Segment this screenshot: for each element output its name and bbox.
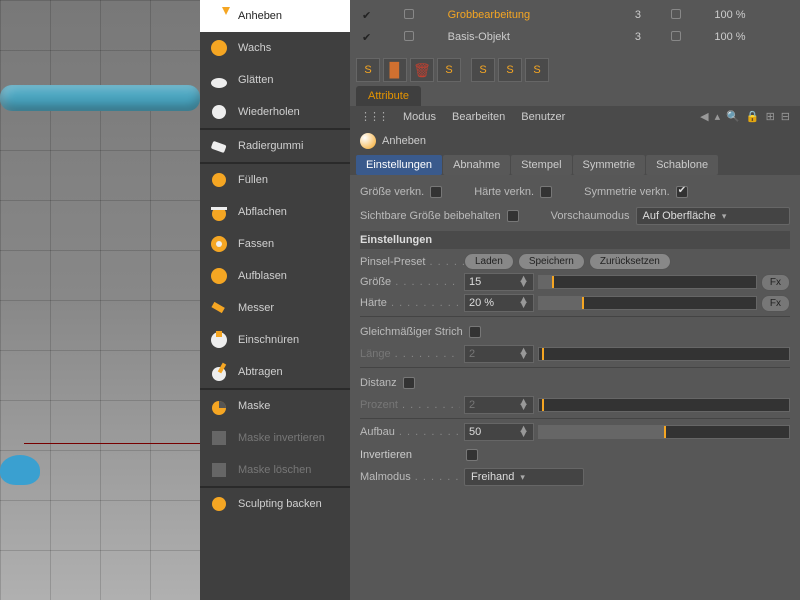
current-tool-label: Anheben — [382, 135, 426, 147]
more-icon[interactable]: ⊟ — [781, 110, 790, 123]
checkbox-invertieren[interactable] — [466, 449, 478, 461]
tool-glaetten[interactable]: Glätten — [200, 64, 350, 96]
label-distanz: Distanz — [360, 377, 397, 389]
layer-toolbar: S ▉ 🗑 S S S S — [350, 54, 800, 86]
speichern-button[interactable]: Speichern — [518, 253, 585, 270]
menu-benutzer[interactable]: Benutzer — [521, 111, 565, 123]
menu-bearbeiten[interactable]: Bearbeiten — [452, 111, 505, 123]
tool-maske-invertieren[interactable]: Maske invertieren — [200, 422, 350, 454]
tool-messer[interactable]: Messer — [200, 292, 350, 324]
expand-button[interactable]: S — [525, 58, 549, 82]
laenge-input: 2▲▼ — [464, 345, 534, 363]
subdiv-down-button[interactable]: S — [471, 58, 495, 82]
checkbox-gleichmaessiger-strich[interactable] — [469, 326, 481, 338]
checkbox[interactable] — [671, 31, 681, 41]
haerte-input[interactable]: 20 %▲▼ — [464, 294, 534, 312]
haerte-slider[interactable] — [538, 296, 757, 310]
nav-up-icon[interactable]: ▴ — [715, 110, 721, 123]
tab-abnahme[interactable]: Abnahme — [443, 155, 510, 175]
groesse-input[interactable]: 15▲▼ — [464, 273, 534, 291]
laden-button[interactable]: Laden — [464, 253, 514, 270]
checkbox-haerte-verkn[interactable] — [540, 186, 552, 198]
tool-wiederholen[interactable]: Wiederholen — [200, 96, 350, 128]
subdiv-up-button[interactable]: S — [498, 58, 522, 82]
delete-button[interactable]: 🗑 — [410, 58, 434, 82]
section-title: Einstellungen — [360, 231, 790, 249]
settings-tabs: Einstellungen Abnahme Stempel Symmetrie … — [350, 155, 800, 175]
search-icon[interactable]: 🔍 — [726, 110, 740, 123]
checkbox[interactable] — [404, 31, 414, 41]
table-row[interactable]: ✔ Grobbearbeitung 3 100 % — [356, 4, 794, 26]
layer-panel: ✔ Grobbearbeitung 3 100 % ✔ Basis-Objekt… — [350, 0, 800, 54]
menu-handle[interactable]: ⋮⋮⋮ — [360, 110, 387, 123]
lock-icon[interactable]: 🔒 — [746, 110, 760, 123]
sculpt-tool-list: Anheben Wachs Glätten Wiederholen Radier… — [200, 0, 350, 600]
mesh-object — [0, 85, 200, 111]
visibility-toggle[interactable]: ✔ — [356, 4, 398, 26]
add-layer-button[interactable]: S — [356, 58, 380, 82]
tool-aufblasen[interactable]: Aufblasen — [200, 260, 350, 292]
layer-name[interactable]: Grobbearbeitung — [442, 4, 629, 26]
folder-button[interactable]: ▉ — [383, 58, 407, 82]
checkbox[interactable] — [671, 9, 681, 19]
tool-maske[interactable]: Maske — [200, 390, 350, 422]
checkbox-distanz[interactable] — [403, 377, 415, 389]
zuruecksetzen-button[interactable]: Zurücksetzen — [589, 253, 671, 270]
aufbau-input[interactable]: 50▲▼ — [464, 423, 534, 441]
tool-header: Anheben — [350, 127, 800, 155]
label-symmetrie-verkn: Symmetrie verkn. — [584, 186, 670, 198]
checkbox-symmetrie-verkn[interactable] — [676, 186, 688, 198]
tool-einschnueren[interactable]: Einschnüren — [200, 324, 350, 356]
tool-abtragen[interactable]: Abtragen — [200, 356, 350, 388]
checkbox-groesse-verkn[interactable] — [430, 186, 442, 198]
nav-back-icon[interactable]: ◀ — [700, 110, 708, 123]
tab-einstellungen[interactable]: Einstellungen — [356, 155, 442, 175]
tab-stempel[interactable]: Stempel — [511, 155, 571, 175]
mesh-object — [0, 455, 40, 485]
tool-fuellen[interactable]: Füllen — [200, 164, 350, 196]
label-vorschaumodus: Vorschaumodus — [551, 210, 630, 222]
settings-icon[interactable]: ⊞ — [766, 110, 775, 123]
table-row[interactable]: ✔ Basis-Objekt 3 100 % — [356, 26, 794, 48]
checkbox[interactable] — [404, 9, 414, 19]
label-haerte-verkn: Härte verkn. — [474, 186, 534, 198]
tool-radiergummi[interactable]: Radiergummi — [200, 130, 350, 162]
prozent-slider — [538, 398, 790, 412]
dropdown-vorschaumodus[interactable]: Auf Oberfläche — [636, 207, 790, 225]
tool-fassen[interactable]: Fassen — [200, 228, 350, 260]
fx-button[interactable]: Fx — [761, 274, 790, 291]
tab-schablone[interactable]: Schablone — [646, 155, 718, 175]
tab-symmetrie[interactable]: Symmetrie — [573, 155, 646, 175]
tool-icon — [360, 133, 376, 149]
label-groesse-verkn: Größe verkn. — [360, 186, 424, 198]
layer-name[interactable]: Basis-Objekt — [442, 26, 629, 48]
viewport-3d[interactable] — [0, 0, 200, 600]
aufbau-slider[interactable] — [538, 425, 790, 439]
tool-sculpting-backen[interactable]: Sculpting backen — [200, 488, 350, 520]
menu-modus[interactable]: Modus — [403, 111, 436, 123]
fx-button[interactable]: Fx — [761, 295, 790, 312]
tool-wachs[interactable]: Wachs — [200, 32, 350, 64]
groesse-slider[interactable] — [538, 275, 757, 289]
checkbox-sichtbare-groesse[interactable] — [507, 210, 519, 222]
attribute-menubar: ⋮⋮⋮ Modus Bearbeiten Benutzer ◀ ▴ 🔍 🔒 ⊞ … — [350, 106, 800, 127]
tool-maske-loeschen[interactable]: Maske löschen — [200, 454, 350, 486]
tool-abflachen[interactable]: Abflachen — [200, 196, 350, 228]
visibility-toggle[interactable]: ✔ — [356, 26, 398, 48]
tab-attribute[interactable]: Attribute — [356, 86, 421, 106]
label-sichtbare-groesse: Sichtbare Größe beibehalten — [360, 210, 501, 222]
prozent-input: 2▲▼ — [464, 396, 534, 414]
axis-line — [24, 443, 200, 444]
label-gleichmaessiger-strich: Gleichmäßiger Strich — [360, 326, 463, 338]
dropdown-malmodus[interactable]: Freihand — [464, 468, 584, 486]
delete-layer-button[interactable]: S — [437, 58, 461, 82]
tool-anheben[interactable]: Anheben — [200, 0, 350, 32]
laenge-slider — [538, 347, 790, 361]
